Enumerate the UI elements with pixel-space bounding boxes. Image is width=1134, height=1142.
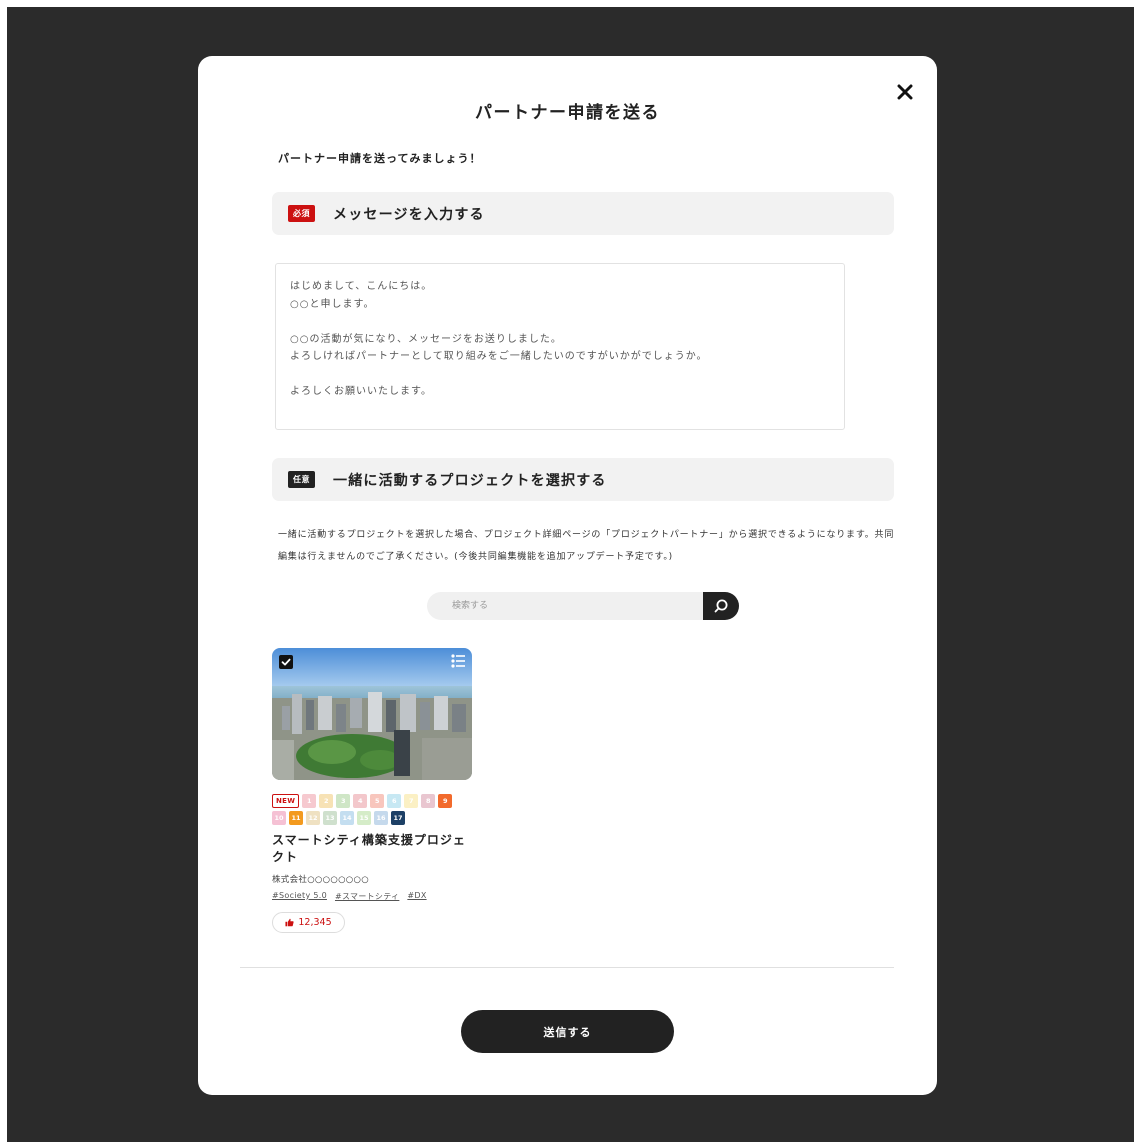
- footer-divider: [240, 967, 894, 968]
- city-aerial-image: [272, 648, 472, 780]
- project-card[interactable]: NEW 123456789 10 11 12 13 14 15 16 17 スマートシティ構築…: [272, 648, 472, 933]
- sdg-goal-14: 14: [340, 811, 354, 825]
- check-icon: [281, 658, 291, 666]
- project-tags: #Society 5.0 #スマートシティ #DX: [272, 891, 472, 902]
- sdg-goal-6: 6: [387, 794, 402, 808]
- project-description: 一緒に活動するプロジェクトを選択した場合、プロジェクト詳細ページの「プロジェクト…: [278, 530, 895, 562]
- modal-title: パートナー申請を送る: [475, 103, 660, 123]
- like-count: 12,345: [298, 917, 332, 928]
- sdg-goal-1: 1: [302, 794, 317, 808]
- sdg-goal-12: 12: [306, 811, 320, 825]
- section-message-header: 必須 メッセージを入力する: [272, 192, 894, 235]
- project-tag[interactable]: #Society 5.0: [272, 891, 327, 902]
- partner-request-modal: パートナー申請を送る パートナー申請を送ってみましょう！ 必須 メッセージを入力…: [198, 56, 937, 1095]
- project-title[interactable]: スマートシティ構築支援プロジェクト: [272, 831, 472, 865]
- intro-text: パートナー申請を送ってみましょう！: [278, 152, 482, 165]
- message-line: [290, 313, 830, 331]
- message-line: よろしければパートナーとして取り組みをご一緒したいのですがいかがでしょうか。: [290, 351, 708, 362]
- sdg-goal-5: 5: [370, 794, 385, 808]
- message-line: [290, 366, 830, 384]
- section-project-header: 任意 一緒に活動するプロジェクトを選択する: [272, 458, 894, 501]
- sdg-goal-11: 11: [289, 811, 303, 825]
- required-badge: 必須: [288, 205, 315, 222]
- sdg-goal-3: 3: [336, 794, 351, 808]
- project-tag[interactable]: #DX: [407, 891, 426, 902]
- message-line: ○○と申します。: [290, 298, 375, 310]
- sdg-goal-8: 8: [421, 794, 436, 808]
- submit-button[interactable]: 送信する: [461, 1010, 674, 1053]
- message-line: はじめまして、こんにちは。: [290, 281, 433, 292]
- sdg-goal-10: 10: [272, 811, 286, 825]
- sdg-row: 10 11 12 13 14 15 16 17: [272, 811, 482, 825]
- section-message-title: メッセージを入力する: [333, 206, 485, 223]
- sdg-goal-9: 9: [438, 794, 453, 808]
- new-badge: NEW: [272, 794, 300, 808]
- project-tag[interactable]: #スマートシティ: [335, 891, 399, 902]
- thumbs-up-icon: [285, 918, 294, 927]
- sdg-goals: NEW 123456789 10 11 12 13 14 15 16 17: [272, 794, 482, 825]
- search-icon[interactable]: [713, 598, 729, 614]
- search-input[interactable]: [427, 592, 705, 620]
- message-textarea[interactable]: はじめまして、こんにちは。 ○○と申します。 ○○の活動が気になり、メッセージを…: [275, 263, 845, 430]
- sdg-goal-15: 15: [357, 811, 371, 825]
- list-menu-icon[interactable]: [450, 653, 466, 669]
- sdg-goal-16: 16: [374, 811, 388, 825]
- sdg-row: NEW 123456789: [272, 794, 482, 808]
- sdg-goal-4: 4: [353, 794, 368, 808]
- section-project-title: 一緒に活動するプロジェクトを選択する: [333, 472, 607, 489]
- sdg-goal-17: 17: [391, 811, 405, 825]
- optional-badge: 任意: [288, 471, 315, 488]
- message-line: ○○の活動が気になり、メッセージをお送りしました。: [290, 333, 562, 345]
- like-button[interactable]: 12,345: [272, 912, 345, 933]
- project-search: [427, 592, 739, 620]
- sdg-goal-2: 2: [319, 794, 334, 808]
- card-checkbox[interactable]: [279, 655, 293, 669]
- sdg-goal-7: 7: [404, 794, 419, 808]
- search-button[interactable]: [703, 592, 739, 620]
- project-image[interactable]: [272, 648, 472, 780]
- project-company: 株式会社○○○○○○○○: [272, 875, 369, 885]
- sdg-goal-13: 13: [323, 811, 337, 825]
- message-line: よろしくお願いいたします。: [290, 386, 432, 397]
